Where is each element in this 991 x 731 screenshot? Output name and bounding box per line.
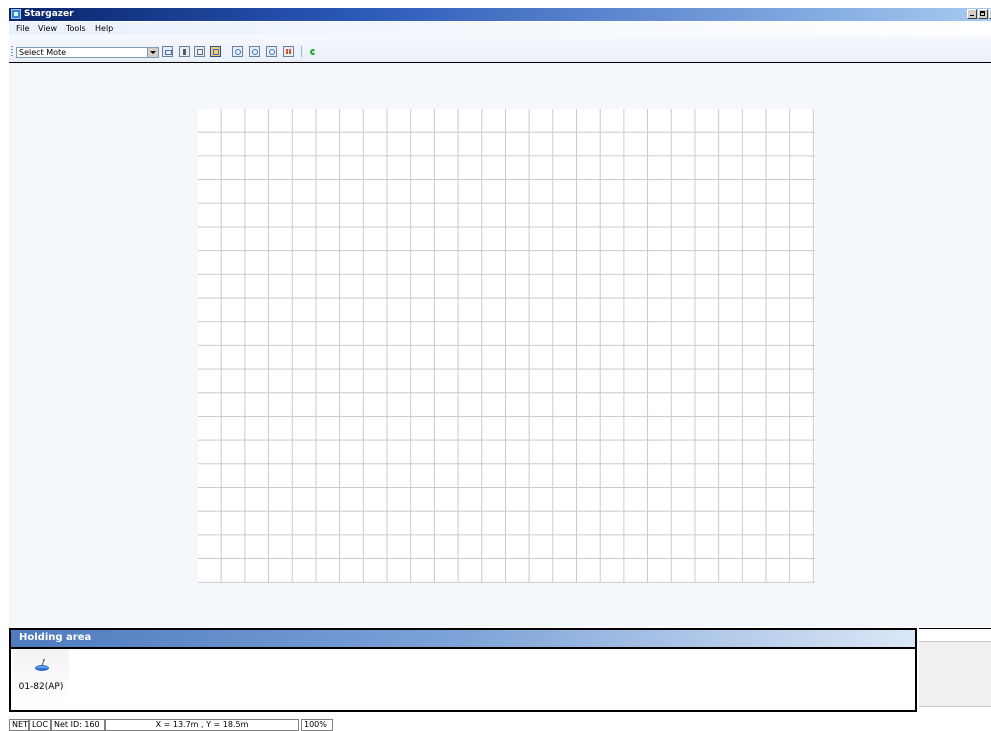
fit-view-button[interactable] (194, 46, 205, 57)
tower-button[interactable] (179, 46, 190, 57)
maximize-button[interactable] (978, 9, 988, 19)
app-icon (11, 9, 21, 19)
zoom-out-icon (252, 49, 258, 55)
map-canvas[interactable] (9, 63, 991, 627)
side-panel-inner (919, 641, 991, 707)
menu-help[interactable]: Help (92, 23, 116, 34)
layout-button[interactable] (210, 46, 221, 57)
access-point-icon (35, 658, 49, 671)
minimize-button[interactable] (967, 9, 977, 19)
mote-item[interactable]: 01-82(AP) (13, 649, 69, 704)
rectangle-tool-icon (165, 50, 172, 55)
title-bar[interactable]: Stargazer (9, 8, 991, 21)
holding-area: Holding area 01-82(AP) (9, 628, 917, 712)
chevron-down-icon[interactable] (147, 48, 158, 57)
toolbar-grip[interactable] (11, 46, 13, 57)
mote-select-value: Select Mote (19, 48, 67, 57)
menu-file[interactable]: File (13, 23, 32, 34)
zoom-fit-button[interactable] (266, 46, 277, 57)
floor-grid[interactable] (198, 109, 815, 583)
window-title: Stargazer (24, 9, 74, 19)
status-net-id: Net ID: 160 (51, 719, 105, 731)
holding-area-title: Holding area (11, 630, 915, 649)
stargazer-window: Stargazer File View Tools Help Select Mo… (0, 0, 991, 731)
toolbar-separator (301, 46, 302, 57)
refresh-icon (310, 49, 316, 55)
status-coordinates: X = 13.7m , Y = 18.5m (105, 719, 299, 731)
status-zoom: 100% (301, 719, 333, 731)
rectangle-tool-button[interactable] (162, 46, 173, 57)
zoom-in-button[interactable] (232, 46, 243, 57)
status-loc: LOC (29, 719, 51, 731)
status-bar: NET LOC Net ID: 160 X = 13.7m , Y = 18.5… (9, 719, 991, 731)
refresh-button[interactable] (307, 46, 318, 57)
layout-icon (213, 49, 219, 55)
status-net: NET (9, 719, 29, 731)
zoom-out-button[interactable] (249, 46, 260, 57)
mote-label: 01-82(AP) (18, 682, 64, 692)
menu-tools[interactable]: Tools (63, 23, 89, 34)
menu-bar: File View Tools Help (9, 22, 991, 35)
chart-button[interactable] (283, 46, 294, 57)
zoom-fit-icon (269, 49, 275, 55)
menu-view[interactable]: View (35, 23, 60, 34)
mote-select[interactable]: Select Mote (16, 47, 159, 58)
zoom-in-icon (235, 49, 241, 55)
fit-view-icon (197, 49, 203, 55)
chart-icon (286, 49, 291, 54)
toolbar: Select Mote (9, 35, 991, 63)
tower-icon (183, 49, 186, 55)
side-panel (919, 628, 991, 713)
